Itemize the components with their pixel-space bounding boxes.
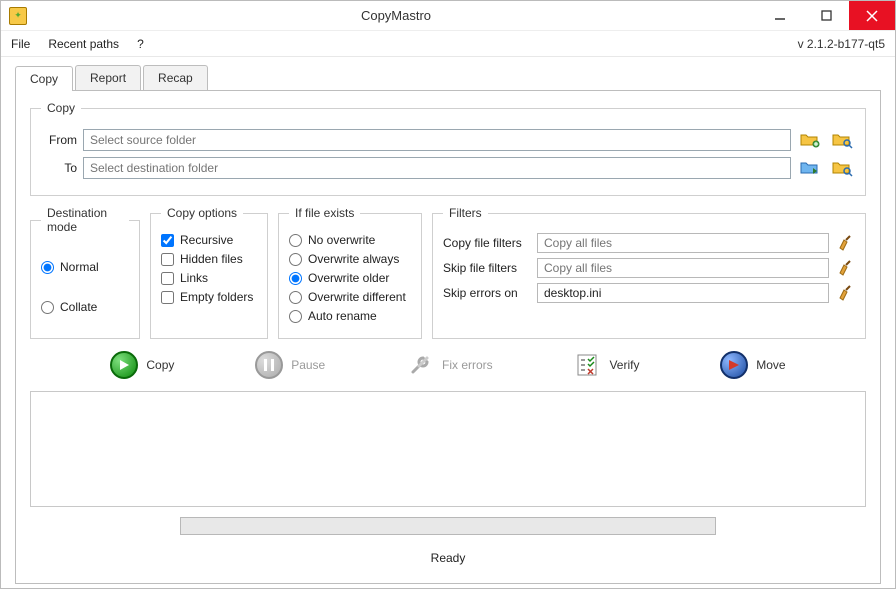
minimize-icon xyxy=(774,10,786,22)
action-bar: Copy Pause Fix errors Verify Move xyxy=(30,349,866,381)
action-verify[interactable]: Verify xyxy=(573,351,639,379)
folder-open-icon xyxy=(799,131,821,149)
legend-copy-options: Copy options xyxy=(161,206,243,220)
copy-filter-label: Copy file filters xyxy=(443,236,531,250)
to-label: To xyxy=(41,161,77,175)
radio-auto-rename[interactable]: Auto rename xyxy=(289,309,411,323)
log-output xyxy=(30,391,866,507)
close-icon xyxy=(866,10,878,22)
client-area: Copy Report Recap Copy From To xyxy=(1,57,895,588)
from-label: From xyxy=(41,133,77,147)
skip-filter-clear-button[interactable] xyxy=(835,258,855,278)
action-pause[interactable]: Pause xyxy=(255,351,325,379)
broom-icon xyxy=(837,260,853,276)
radio-overwrite-older[interactable]: Overwrite older xyxy=(289,271,411,285)
radio-overwrite-always[interactable]: Overwrite always xyxy=(289,252,411,266)
row-from: From xyxy=(41,129,855,151)
pause-icon xyxy=(255,351,283,379)
skip-filter-label: Skip file filters xyxy=(443,261,531,275)
minimize-button[interactable] xyxy=(757,1,803,30)
skip-filter-input[interactable] xyxy=(537,258,829,278)
check-recursive[interactable]: Recursive xyxy=(161,233,257,247)
row-skip-errors: Skip errors on xyxy=(443,283,855,303)
app-window: ✦ CopyMastro File Recent paths ? v 2.1.2… xyxy=(0,0,896,589)
maximize-button[interactable] xyxy=(803,1,849,30)
tabs: Copy Report Recap xyxy=(15,65,881,90)
check-empty-folders[interactable]: Empty folders xyxy=(161,290,257,304)
maximize-icon xyxy=(821,10,832,21)
broom-icon xyxy=(837,285,853,301)
row-copy-filter: Copy file filters xyxy=(443,233,855,253)
broom-icon xyxy=(837,235,853,251)
skip-errors-clear-button[interactable] xyxy=(835,283,855,303)
action-copy[interactable]: Copy xyxy=(110,351,174,379)
radio-normal[interactable]: Normal xyxy=(41,260,129,274)
move-icon xyxy=(720,351,748,379)
row-skip-filter: Skip file filters xyxy=(443,258,855,278)
folder-search-icon xyxy=(831,159,853,177)
radio-no-overwrite[interactable]: No overwrite xyxy=(289,233,411,247)
status-text: Ready xyxy=(30,545,866,571)
titlebar: ✦ CopyMastro xyxy=(1,1,895,31)
menu-help[interactable]: ? xyxy=(137,37,144,51)
legend-filters: Filters xyxy=(443,206,488,220)
copy-filter-clear-button[interactable] xyxy=(835,233,855,253)
tab-page-copy: Copy From To xyxy=(15,90,881,584)
window-buttons xyxy=(757,1,895,30)
window-title: CopyMastro xyxy=(35,8,757,23)
wrench-icon xyxy=(406,351,434,379)
radio-collate[interactable]: Collate xyxy=(41,300,129,314)
from-browse-button[interactable] xyxy=(797,129,823,151)
menu-recent-paths[interactable]: Recent paths xyxy=(48,37,119,51)
group-filters: Filters Copy file filters Skip file filt… xyxy=(432,206,866,339)
tab-copy[interactable]: Copy xyxy=(15,66,73,91)
skip-errors-label: Skip errors on xyxy=(443,286,531,300)
to-browse-button[interactable] xyxy=(797,157,823,179)
progress-bar xyxy=(180,517,716,535)
tab-recap[interactable]: Recap xyxy=(143,65,208,90)
to-inspect-button[interactable] xyxy=(829,157,855,179)
folder-search-icon xyxy=(831,131,853,149)
legend-dest-mode: Destination mode xyxy=(41,206,129,234)
from-input[interactable] xyxy=(83,129,791,151)
close-button[interactable] xyxy=(849,1,895,30)
menu-file[interactable]: File xyxy=(11,37,30,51)
folder-blue-icon xyxy=(799,159,821,177)
to-input[interactable] xyxy=(83,157,791,179)
row-to: To xyxy=(41,157,855,179)
action-fix-errors[interactable]: Fix errors xyxy=(406,351,493,379)
group-if-file-exists: If file exists No overwrite Overwrite al… xyxy=(278,206,422,339)
group-copy-paths: Copy From To xyxy=(30,101,866,196)
copy-filter-input[interactable] xyxy=(537,233,829,253)
skip-errors-input[interactable] xyxy=(537,283,829,303)
legend-if-exists: If file exists xyxy=(289,206,360,220)
version-label: v 2.1.2-b177-qt5 xyxy=(798,37,885,51)
menubar: File Recent paths ? v 2.1.2-b177-qt5 xyxy=(1,31,895,57)
group-copy-options: Copy options Recursive Hidden files Link… xyxy=(150,206,268,339)
options-row: Destination mode Normal Collate Copy opt… xyxy=(30,206,866,339)
check-hidden[interactable]: Hidden files xyxy=(161,252,257,266)
group-destination-mode: Destination mode Normal Collate xyxy=(30,206,140,339)
tab-report[interactable]: Report xyxy=(75,65,141,90)
action-move[interactable]: Move xyxy=(720,351,785,379)
checklist-icon xyxy=(573,351,601,379)
app-icon: ✦ xyxy=(9,7,27,25)
radio-overwrite-different[interactable]: Overwrite different xyxy=(289,290,411,304)
from-inspect-button[interactable] xyxy=(829,129,855,151)
play-icon xyxy=(110,351,138,379)
legend-copy: Copy xyxy=(41,101,81,115)
check-links[interactable]: Links xyxy=(161,271,257,285)
